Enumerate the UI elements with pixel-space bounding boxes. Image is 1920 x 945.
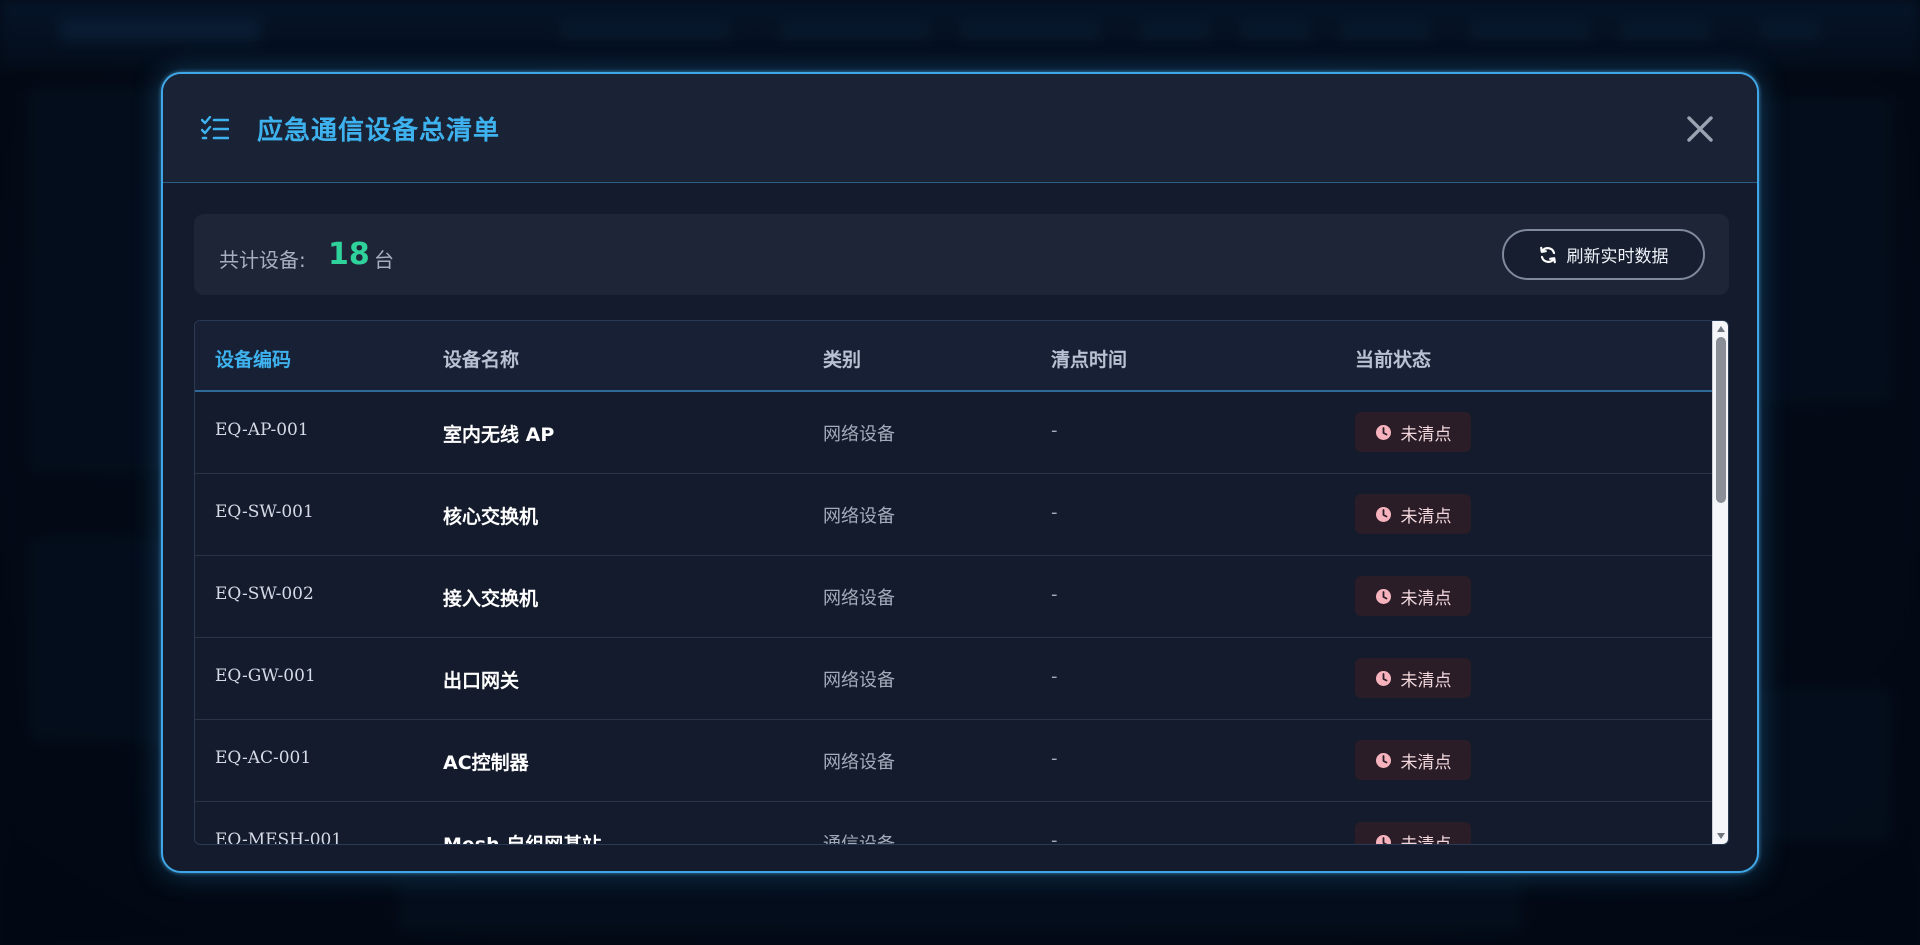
refresh-data-label: 刷新实时数据 [1566,247,1669,267]
device-code: EQ-SW-002 [215,584,314,604]
inventory-time: - [1051,502,1058,523]
header-current-status[interactable]: 当前状态 [1355,345,1431,372]
device-code: EQ-GW-001 [215,666,316,686]
equipment-list-modal: 应急通信设备总清单 共计设备: 18 台 刷新实时数据 设备编码 设备名称 类别 [161,72,1759,873]
scrollbar-thumb[interactable] [1716,337,1726,503]
table-row[interactable]: EQ-AC-001 AC控制器 网络设备 - 未清点 [195,720,1714,802]
inventory-time: - [1051,830,1058,844]
device-name: 出口网关 [443,670,520,692]
device-category: 网络设备 [823,670,895,691]
device-name: 核心交换机 [443,506,539,528]
clock-icon [1375,424,1391,440]
status-badge: 未清点 [1355,822,1471,844]
clock-icon [1375,588,1391,604]
table-body[interactable]: 设备编码 设备名称 类别 清点时间 当前状态 EQ-AP-001 室内无线 AP 网… [195,321,1714,844]
clock-icon [1375,752,1391,768]
header-device-code[interactable]: 设备编码 [215,345,291,372]
status-text: 未清点 [1401,830,1452,845]
table-scrollbar[interactable] [1712,321,1728,844]
table-header: 设备编码 设备名称 类别 清点时间 当前状态 [195,321,1714,392]
total-devices-label: 共计设备: [219,248,306,272]
header-inventory-time[interactable]: 清点时间 [1051,345,1127,372]
table-row[interactable]: EQ-MESH-001 Mesh 自组网基站 通信设备 - 未清点 [195,802,1714,844]
status-badge: 未清点 [1355,494,1471,534]
device-code: EQ-AC-001 [215,748,312,768]
summary-bar: 共计设备: 18 台 刷新实时数据 [194,214,1729,295]
modal-title: 应急通信设备总清单 [257,116,501,146]
device-category: 网络设备 [823,506,895,527]
table-row[interactable]: EQ-SW-002 接入交换机 网络设备 - 未清点 [195,556,1714,638]
clock-icon [1375,834,1391,844]
device-code: EQ-SW-001 [215,502,314,522]
status-text: 未清点 [1400,424,1452,445]
inventory-time: - [1051,748,1058,769]
equipment-table: 设备编码 设备名称 类别 清点时间 当前状态 EQ-AP-001 室内无线 AP 网… [194,320,1729,845]
status-badge: 未清点 [1355,740,1471,780]
refresh-icon [1539,246,1556,263]
table-row[interactable]: EQ-AP-001 室内无线 AP 网络设备 - 未清点 [195,392,1714,474]
table-row[interactable]: EQ-SW-001 核心交换机 网络设备 - 未清点 [195,474,1714,556]
device-code: EQ-AP-001 [215,420,309,440]
device-category: 通信设备 [823,830,895,844]
status-text: 未清点 [1400,506,1452,527]
refresh-data-button[interactable]: 刷新实时数据 [1502,229,1705,280]
device-category: 网络设备 [823,588,895,609]
table-row[interactable]: EQ-GW-001 出口网关 网络设备 - 未清点 [195,638,1714,720]
device-code: EQ-MESH-001 [215,830,343,844]
checklist-icon [201,116,229,140]
status-badge: 未清点 [1355,576,1471,616]
total-devices-unit: 台 [374,248,394,272]
header-category[interactable]: 类别 [823,345,861,372]
total-devices-count: 18 [328,237,370,272]
scroll-down-arrow-icon[interactable] [1716,831,1726,841]
device-category: 网络设备 [823,752,895,773]
status-text: 未清点 [1400,670,1452,691]
status-badge: 未清点 [1355,412,1471,452]
status-text: 未清点 [1400,752,1452,773]
scroll-up-arrow-icon[interactable] [1716,324,1726,334]
inventory-time: - [1051,420,1058,441]
inventory-time: - [1051,584,1058,605]
inventory-time: - [1051,666,1058,687]
clock-icon [1375,670,1391,686]
clock-icon [1375,506,1391,522]
header-device-name[interactable]: 设备名称 [443,345,519,372]
device-name: 室内无线 AP [443,424,555,446]
status-badge: 未清点 [1355,658,1471,698]
status-text: 未清点 [1400,588,1452,609]
modal-header: 应急通信设备总清单 [163,74,1757,183]
device-name: Mesh 自组网基站 [443,830,601,844]
device-name: 接入交换机 [443,588,539,610]
close-icon[interactable] [1685,114,1715,144]
device-name: AC控制器 [443,752,529,774]
device-category: 网络设备 [823,424,895,445]
